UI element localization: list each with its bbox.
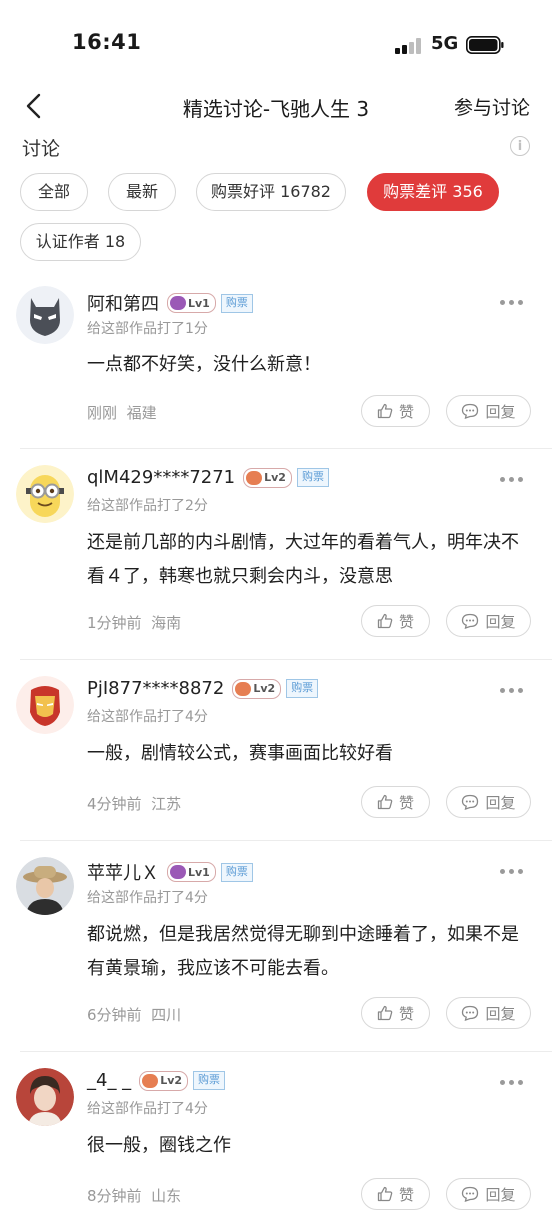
ironman-avatar[interactable] — [16, 676, 74, 734]
comment-text: 都说燃，但是我居然觉得无聊到中途睡着了，如果不是有黄景瑜，我应该不可能去看。 — [87, 924, 519, 979]
comment-meta: 1分钟前 海南 — [87, 614, 182, 632]
thumb-up-icon — [377, 613, 393, 629]
chip-verified-authors[interactable]: 认证作者 18 — [20, 223, 141, 261]
chip-all[interactable]: 全部 — [20, 173, 88, 211]
status-bar: 16:41 5G — [0, 0, 552, 80]
thumb-up-icon — [377, 403, 393, 419]
nav-bar: 精选讨论-飞驰人生 3 参与讨论 — [0, 84, 552, 128]
ticket-tag: 购票 — [296, 468, 329, 487]
info-icon[interactable]: i — [510, 136, 530, 156]
comment-meta: 刚刚 福建 — [87, 404, 157, 422]
username[interactable]: 阿和第四 — [87, 290, 159, 316]
more-icon[interactable] — [500, 688, 524, 694]
username[interactable]: PjI877****8872 — [87, 678, 224, 699]
comment-text: 还是前几部的内斗剧情，大过年的看着气人，明年决不看４了，韩寒也就只剩会内斗，没意… — [87, 532, 519, 587]
like-button[interactable]: 赞 — [361, 997, 430, 1029]
comment-text: 一点都不好笑，没什么新意！ — [87, 354, 321, 375]
comment-item: PjI877****8872 Lv2 购票 给这部作品打了4分 一般，剧情较公式… — [0, 660, 552, 841]
network-label: 5G — [431, 33, 459, 54]
level-badge: Lv1 — [167, 293, 216, 313]
like-button[interactable]: 赞 — [361, 1178, 430, 1210]
rating-text: 给这部作品打了4分 — [87, 890, 208, 906]
username-row: PjI877****8872 Lv2 购票 — [87, 678, 319, 699]
thumb-up-icon — [377, 794, 393, 810]
section-title: 讨论 — [22, 138, 61, 160]
level-badge: Lv2 — [232, 678, 282, 699]
ticket-tag: 购票 — [220, 293, 253, 313]
reply-button[interactable]: 回复 — [446, 605, 531, 637]
rating-text: 给这部作品打了4分 — [87, 709, 208, 725]
ticket-tag: 购票 — [220, 862, 253, 882]
reply-button[interactable]: 回复 — [446, 786, 531, 818]
level-badge: Lv1 — [167, 862, 216, 882]
level-badge: Lv2 — [139, 1070, 189, 1091]
comment-icon — [462, 403, 479, 419]
comment-icon — [462, 613, 479, 629]
comment-item: qlM429****7271 Lv2 购票 给这部作品打了2分 还是前几部的内斗… — [0, 449, 552, 660]
more-icon[interactable] — [500, 869, 524, 875]
minion-avatar[interactable] — [16, 465, 74, 523]
username[interactable]: _4_ _ — [87, 1070, 131, 1091]
comment-icon — [462, 1005, 479, 1021]
photo-avatar[interactable] — [16, 857, 74, 915]
username[interactable]: 苹苹儿Ｘ — [87, 859, 159, 885]
comment-meta: 6分钟前 四川 — [87, 1006, 182, 1024]
chip-latest[interactable]: 最新 — [108, 173, 176, 211]
rating-text: 给这部作品打了2分 — [87, 498, 208, 514]
more-icon[interactable] — [500, 300, 524, 306]
ticket-tag: 购票 — [193, 1071, 226, 1090]
ticket-tag: 购票 — [286, 679, 319, 698]
chip-negative[interactable]: 购票差评 356 — [367, 173, 499, 211]
username-row: _4_ _ Lv2 购票 — [87, 1070, 226, 1091]
bat-mask-avatar[interactable] — [16, 286, 74, 344]
like-button[interactable]: 赞 — [361, 605, 430, 637]
battery-icon — [466, 36, 504, 54]
like-button[interactable]: 赞 — [361, 395, 430, 427]
username[interactable]: qlM429****7271 — [87, 467, 235, 488]
comment-meta: 8分钟前 山东 — [87, 1187, 182, 1205]
portrait-avatar[interactable] — [16, 1068, 74, 1126]
reply-button[interactable]: 回复 — [446, 1178, 531, 1210]
more-icon[interactable] — [500, 477, 524, 483]
comment-meta: 4分钟前 江苏 — [87, 795, 182, 813]
comment-item: _4_ _ Lv2 购票 给这部作品打了4分 很一般，圈钱之作 8分钟前 山东 … — [0, 1052, 552, 1210]
username-row: 阿和第四 Lv1 购票 — [87, 290, 253, 316]
thumb-up-icon — [377, 1005, 393, 1021]
chip-positive[interactable]: 购票好评 16782 — [196, 173, 346, 211]
comment-item: 阿和第四 Lv1 购票 给这部作品打了1分 一点都不好笑，没什么新意！ 刚刚 福… — [0, 272, 552, 449]
username-row: 苹苹儿Ｘ Lv1 购票 — [87, 859, 253, 885]
signal-icon — [395, 38, 421, 54]
reply-button[interactable]: 回复 — [446, 395, 531, 427]
comment-text: 一般，剧情较公式，赛事画面比较好看 — [87, 743, 393, 764]
more-icon[interactable] — [500, 1080, 524, 1086]
level-badge: Lv2 — [243, 467, 292, 488]
username-row: qlM429****7271 Lv2 购票 — [87, 467, 329, 488]
comment-icon — [462, 794, 479, 810]
rating-text: 给这部作品打了1分 — [87, 321, 208, 337]
rating-text: 给这部作品打了4分 — [87, 1101, 208, 1117]
comment-item: 苹苹儿Ｘ Lv1 购票 给这部作品打了4分 都说燃，但是我居然觉得无聊到中途睡着… — [0, 841, 552, 1052]
comment-text: 很一般，圈钱之作 — [87, 1135, 231, 1156]
join-discussion-button[interactable]: 参与讨论 — [454, 93, 530, 120]
like-button[interactable]: 赞 — [361, 786, 430, 818]
reply-button[interactable]: 回复 — [446, 997, 531, 1029]
status-time: 16:41 — [72, 30, 142, 54]
